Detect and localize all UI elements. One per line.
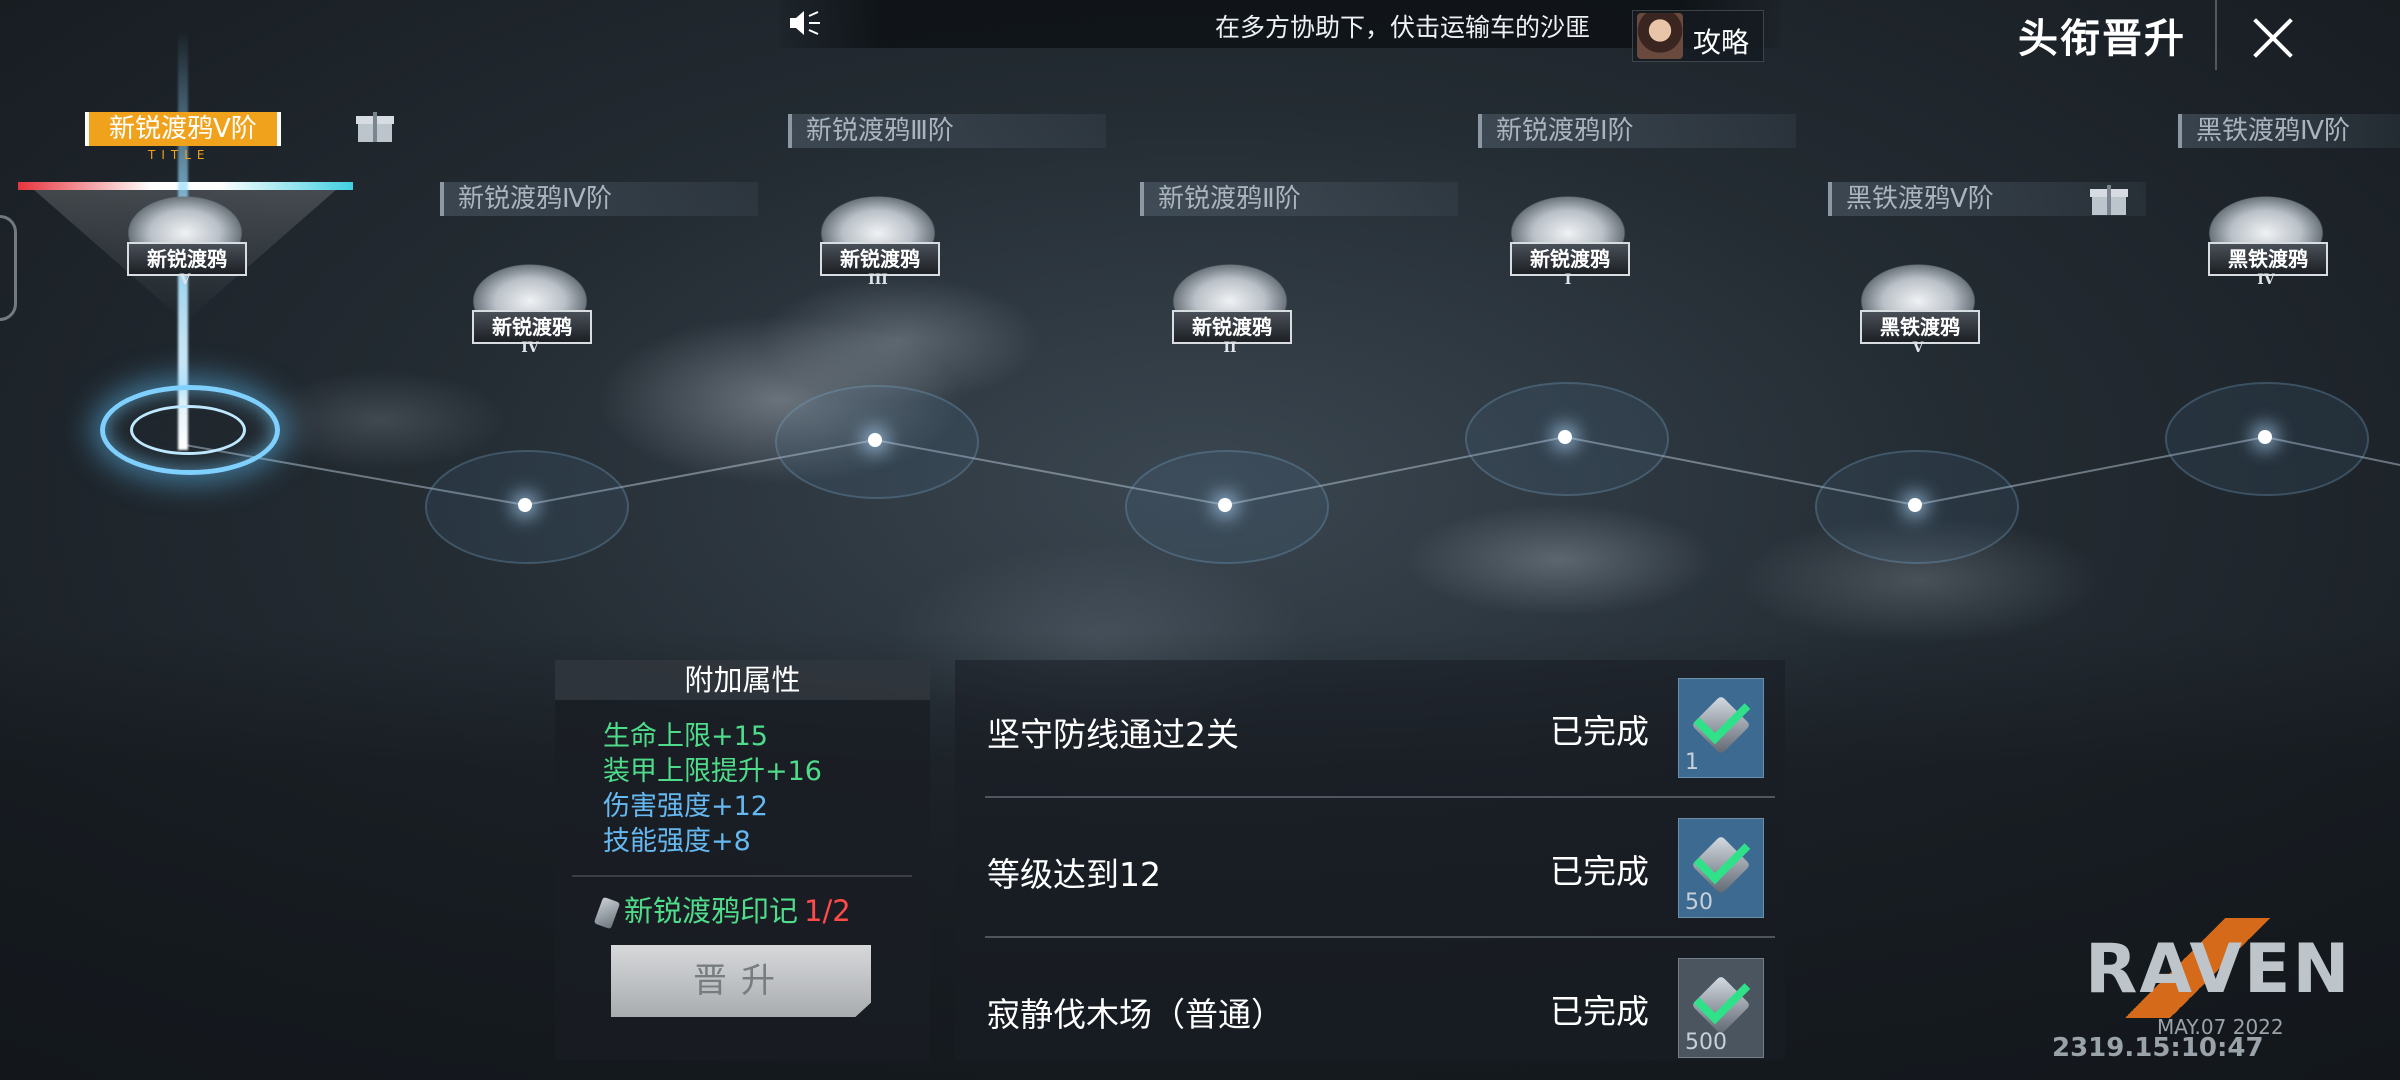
attribute-divider (572, 875, 912, 877)
badge-tier: I (1564, 272, 1572, 288)
attribute-title: 附加属性 (555, 660, 930, 700)
rank-badge[interactable]: 新锐渡鸦 I (1498, 170, 1638, 310)
task-row: 寂静伐木场（普通） 已完成 500 (970, 940, 1764, 1078)
mark-label: 新锐渡鸦印记 (624, 894, 799, 928)
left-edge-bracket (0, 215, 17, 321)
rank-label-current: 新锐渡鸦Ⅴ阶 (85, 112, 281, 146)
mark-requirement: 新锐渡鸦印记 1/2 (593, 888, 851, 930)
rank-badge[interactable]: 新锐渡鸦 II (1160, 238, 1300, 378)
path-node[interactable] (2258, 430, 2272, 444)
task-row: 等级达到12 已完成 50 (970, 800, 1775, 938)
screen-title: 头衔晋升 (2018, 16, 2186, 62)
watermark-stamp: 2319.15:10:47 (2052, 1033, 2264, 1063)
badge-plate: 黑铁渡鸦 (1860, 310, 1980, 344)
reward-qty: 1 (1685, 750, 1699, 775)
badge-tier: III (868, 272, 888, 288)
attribute-line: 生命上限+15 (603, 721, 768, 752)
rank-label: 新锐渡鸦Ⅱ阶 (1140, 182, 1458, 216)
path-node[interactable] (1908, 498, 1922, 512)
rank-badge[interactable]: 黑铁渡鸦 IV (2196, 170, 2336, 310)
attribute-line: 装甲上限提升+16 (603, 756, 822, 787)
current-rank-portal-inner (130, 405, 246, 455)
badge-plate: 新锐渡鸦 (127, 242, 247, 276)
rank-badge-current[interactable]: 新锐渡鸦 V (115, 170, 255, 310)
attribute-panel: 附加属性 生命上限+15 装甲上限提升+16 伤害强度+12 技能强度+8 新锐… (555, 660, 930, 1060)
path-node[interactable] (1558, 430, 1572, 444)
badge-tier: II (1223, 340, 1237, 356)
rank-badge[interactable]: 黑铁渡鸦 V (1848, 238, 1988, 378)
badge-tier: V (179, 272, 191, 288)
task-status: 已完成 (1550, 992, 1649, 1031)
reward-item[interactable]: 1 (1678, 678, 1764, 778)
badge-plate: 新锐渡鸦 (1172, 310, 1292, 344)
reward-item[interactable]: 500 (1678, 958, 1764, 1058)
raven-logo: RAVEN (2085, 930, 2352, 1009)
attribute-line: 伤害强度+12 (603, 791, 768, 822)
task-divider (985, 936, 1775, 938)
badge-plate: 黑铁渡鸦 (2208, 242, 2328, 276)
task-name: 等级达到12 (987, 855, 1161, 894)
task-status: 已完成 (1550, 712, 1649, 751)
announcement-text: 在多方协助下，伏击运输车的沙匪 (1215, 13, 1591, 42)
rank-badge[interactable]: 新锐渡鸦 III (808, 170, 948, 310)
speaker-icon (790, 11, 820, 35)
guide-avatar (1637, 13, 1683, 59)
task-panel: 坚守防线通过2关 已完成 1 等级达到12 已完成 50 寂静伐木场（普通） 已… (955, 660, 1785, 1060)
current-rank-sub: TITLE (148, 148, 211, 162)
path-node[interactable] (1218, 498, 1232, 512)
task-name: 寂静伐木场（普通） (987, 995, 1284, 1034)
rank-badge[interactable]: 新锐渡鸦 IV (460, 238, 600, 378)
badge-tier: V (1912, 340, 1924, 356)
gift-icon[interactable] (356, 112, 394, 142)
rank-label: 黑铁渡鸦Ⅳ阶 (2178, 114, 2400, 148)
task-name: 坚守防线通过2关 (987, 715, 1239, 754)
badge-tier: IV (521, 340, 539, 356)
raven-mark-icon (593, 896, 621, 930)
attribute-line: 技能强度+8 (603, 826, 751, 857)
reward-qty: 500 (1685, 1030, 1727, 1055)
task-row: 坚守防线通过2关 已完成 1 (970, 660, 1775, 798)
gift-icon[interactable] (2090, 185, 2128, 215)
title-divider (2215, 0, 2217, 70)
close-icon[interactable] (2225, 0, 2320, 72)
task-status: 已完成 (1550, 852, 1649, 891)
guide-label: 攻略 (1693, 26, 1750, 59)
reward-item[interactable]: 50 (1678, 818, 1764, 918)
reward-qty: 50 (1685, 890, 1713, 915)
path-node[interactable] (868, 433, 882, 447)
badge-plate: 新锐渡鸦 (472, 310, 592, 344)
badge-tier: IV (2257, 272, 2275, 288)
badge-plate: 新锐渡鸦 (1510, 242, 1630, 276)
path-node[interactable] (518, 498, 532, 512)
rank-label: 新锐渡鸦Ⅰ阶 (1478, 114, 1796, 148)
guide-button[interactable]: 攻略 (1632, 10, 1764, 62)
promote-button[interactable]: 晋升 (611, 945, 871, 1017)
badge-plate: 新锐渡鸦 (820, 242, 940, 276)
rank-label: 新锐渡鸦Ⅲ阶 (788, 114, 1106, 148)
task-divider (985, 796, 1775, 798)
rank-label: 新锐渡鸦Ⅳ阶 (440, 182, 758, 216)
mark-count: 1/2 (804, 894, 851, 928)
